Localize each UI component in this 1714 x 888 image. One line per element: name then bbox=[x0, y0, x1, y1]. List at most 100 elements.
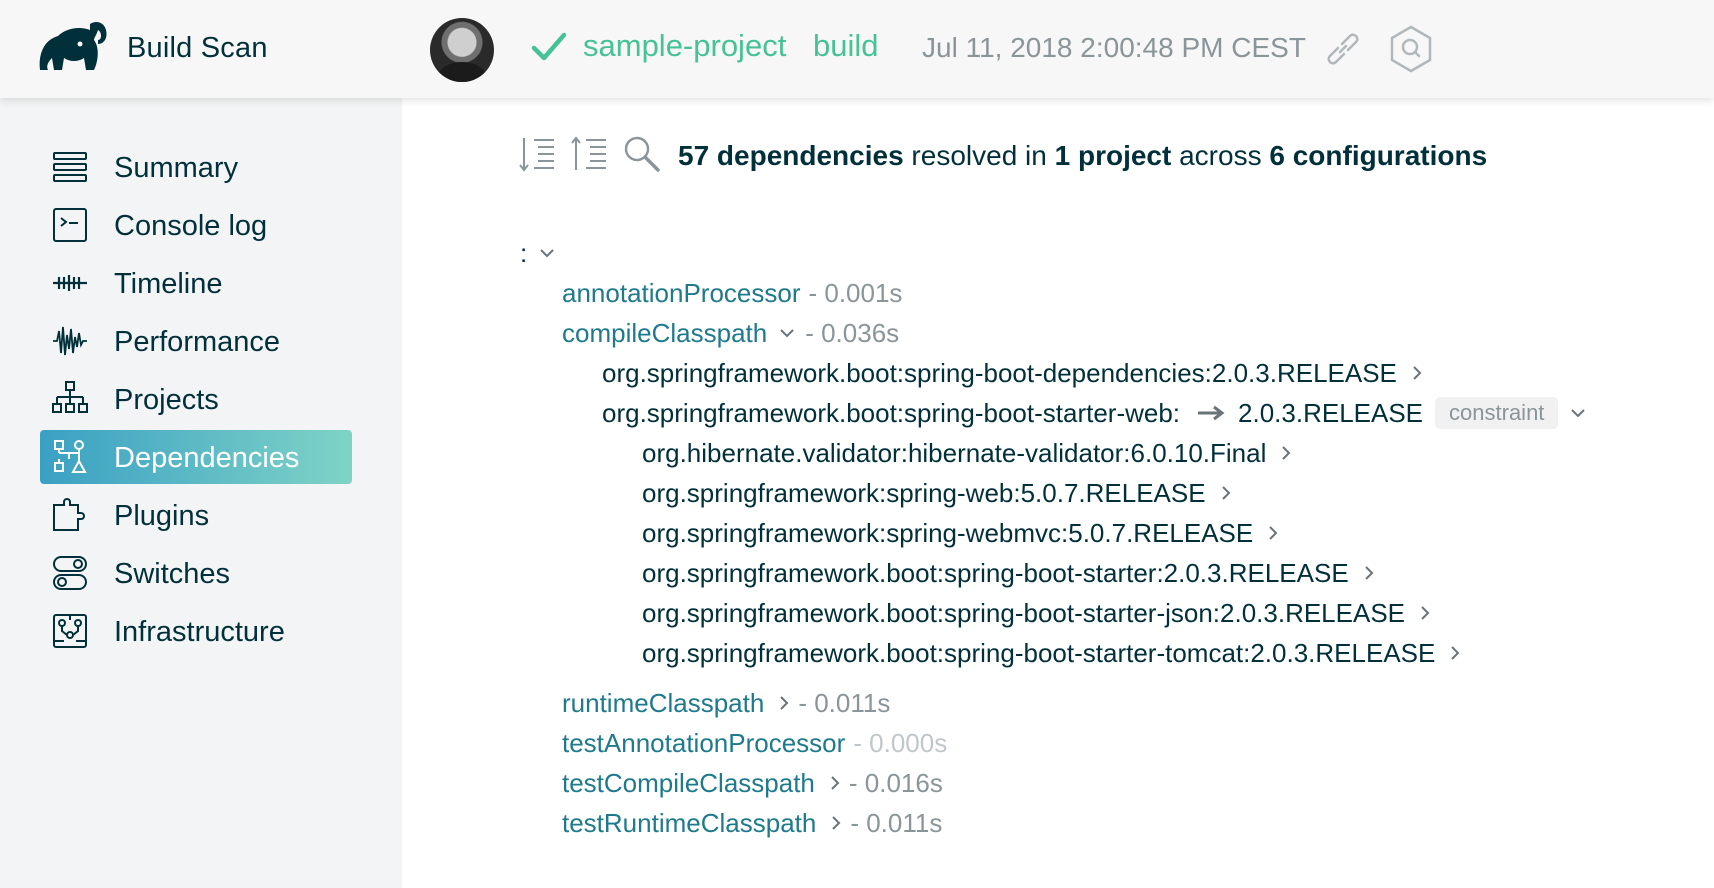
dependency-name[interactable]: org.hibernate.validator:hibernate-valida… bbox=[642, 438, 1266, 469]
dependency-count: 57 dependencies bbox=[678, 140, 904, 171]
configuration-count: 6 configurations bbox=[1269, 140, 1488, 171]
chevron-right-icon[interactable] bbox=[1220, 484, 1232, 502]
sidebar-item-performance[interactable]: Performance bbox=[40, 314, 352, 368]
chevron-right-icon[interactable] bbox=[1449, 644, 1461, 662]
dependencies-panel: 57 dependencies resolved in 1 project ac… bbox=[402, 98, 1714, 888]
dependency-row[interactable]: org.springframework:spring-web:5.0.7.REL… bbox=[642, 476, 1232, 510]
chevron-down-icon[interactable] bbox=[1568, 406, 1588, 420]
dependency-row[interactable]: org.springframework.boot:spring-boot-sta… bbox=[642, 556, 1375, 590]
configuration-duration: - 0.000s bbox=[853, 727, 948, 758]
dependency-row[interactable]: org.springframework.boot:spring-boot-sta… bbox=[602, 396, 1588, 430]
chevron-right-icon[interactable] bbox=[1419, 604, 1431, 622]
sidebar-item-plugins[interactable]: Plugins bbox=[40, 488, 352, 542]
dependency-name[interactable]: org.springframework.boot:spring-boot-sta… bbox=[642, 558, 1349, 589]
sidebar-item-dependencies[interactable]: Dependencies bbox=[40, 430, 352, 484]
sidebar-nav: Summary Console log Timeline Performance… bbox=[0, 98, 402, 888]
configuration-duration: - 0.011s bbox=[850, 807, 943, 838]
sidebar-item-label: Dependencies bbox=[114, 442, 300, 474]
resolved-version: 2.0.3.RELEASE bbox=[1238, 397, 1424, 428]
dependency-summary: 57 dependencies resolved in 1 project ac… bbox=[678, 140, 1487, 172]
sidebar-item-label: Plugins bbox=[114, 500, 210, 532]
puzzle-icon bbox=[53, 498, 85, 531]
configuration-row[interactable]: annotationProcessor - 0.001s bbox=[562, 276, 902, 310]
hierarchy-icon bbox=[52, 381, 88, 413]
sidebar-item-label: Infrastructure bbox=[114, 616, 285, 648]
arrow-right-icon bbox=[1198, 405, 1225, 421]
sidebar-item-console-log[interactable]: Console log bbox=[40, 198, 352, 252]
chevron-down-icon[interactable] bbox=[537, 246, 557, 260]
configuration-duration: - 0.001s bbox=[808, 277, 903, 308]
configuration-row[interactable]: testAnnotationProcessor - 0.000s bbox=[562, 726, 947, 760]
configuration-name[interactable]: runtimeClasspath bbox=[562, 688, 764, 719]
dependency-row[interactable]: org.springframework:spring-webmvc:5.0.7.… bbox=[642, 516, 1279, 550]
dependency-name[interactable]: org.springframework:spring-webmvc:5.0.7.… bbox=[642, 518, 1253, 549]
sidebar-item-summary[interactable]: Summary bbox=[40, 140, 352, 194]
chevron-right-icon[interactable] bbox=[1363, 564, 1375, 582]
task-name: build bbox=[813, 28, 879, 63]
summary-text: across bbox=[1171, 140, 1270, 171]
chevron-down-icon[interactable] bbox=[777, 326, 797, 340]
sidebar-item-label: Console log bbox=[114, 210, 268, 242]
search-icon[interactable] bbox=[622, 134, 662, 174]
configuration-name[interactable]: annotationProcessor bbox=[562, 278, 800, 309]
sidebar-item-timeline[interactable]: Timeline bbox=[40, 256, 352, 310]
chevron-right-icon[interactable] bbox=[829, 774, 841, 792]
dependency-name[interactable]: org.springframework:spring-web:5.0.7.REL… bbox=[642, 478, 1206, 509]
terminal-icon bbox=[53, 208, 87, 242]
dependency-name[interactable]: org.springframework.boot:spring-boot-dep… bbox=[602, 358, 1397, 389]
sidebar-item-label: Summary bbox=[114, 152, 239, 184]
search-scans-icon[interactable] bbox=[1388, 24, 1434, 74]
success-check-icon bbox=[531, 32, 567, 61]
sidebar-item-label: Switches bbox=[114, 558, 231, 590]
project-count: 1 project bbox=[1054, 140, 1172, 171]
expand-all-icon[interactable] bbox=[518, 134, 558, 174]
dependency-row[interactable]: org.hibernate.validator:hibernate-valida… bbox=[642, 436, 1292, 470]
top-header: Build Scan sample-project build Jul 11, … bbox=[0, 0, 1714, 98]
configuration-row[interactable]: testCompileClasspath - 0.016s bbox=[562, 766, 943, 800]
root-project-row[interactable]: : bbox=[520, 236, 557, 270]
configuration-row[interactable]: compileClasspath - 0.036s bbox=[562, 316, 899, 350]
configuration-name[interactable]: testAnnotationProcessor bbox=[562, 728, 845, 759]
sidebar-item-label: Performance bbox=[114, 326, 281, 358]
sidebar-item-label: Timeline bbox=[114, 268, 223, 300]
constraint-badge: constraint bbox=[1435, 397, 1559, 429]
chevron-right-icon[interactable] bbox=[1411, 364, 1423, 382]
waveform-icon bbox=[53, 326, 87, 356]
dependency-name[interactable]: org.springframework.boot:spring-boot-sta… bbox=[602, 398, 1180, 429]
chevron-right-icon[interactable] bbox=[1267, 524, 1279, 542]
toggle-icon bbox=[53, 556, 87, 590]
configuration-name[interactable]: testCompileClasspath bbox=[562, 768, 815, 799]
configuration-row[interactable]: runtimeClasspath - 0.011s bbox=[562, 686, 890, 720]
configuration-name[interactable]: compileClasspath bbox=[562, 318, 767, 349]
configuration-duration: - 0.036s bbox=[805, 317, 900, 348]
collapse-all-icon[interactable] bbox=[570, 134, 610, 174]
link-icon[interactable] bbox=[1320, 26, 1366, 72]
list-icon bbox=[53, 152, 87, 182]
sidebar-item-switches[interactable]: Switches bbox=[40, 546, 352, 600]
dependency-name[interactable]: org.springframework.boot:spring-boot-sta… bbox=[642, 598, 1405, 629]
sidebar-item-label: Projects bbox=[114, 384, 219, 416]
app-title[interactable]: Build Scan bbox=[127, 32, 268, 65]
configuration-duration: - 0.016s bbox=[848, 767, 943, 798]
summary-text: resolved in bbox=[903, 140, 1055, 171]
root-project-label: : bbox=[520, 237, 528, 268]
circuit-icon bbox=[53, 614, 87, 648]
sidebar-item-infrastructure[interactable]: Infrastructure bbox=[40, 604, 352, 658]
dependency-name[interactable]: org.springframework.boot:spring-boot-sta… bbox=[642, 638, 1435, 669]
dependency-row[interactable]: org.springframework.boot:spring-boot-sta… bbox=[642, 596, 1431, 630]
dependency-row[interactable]: org.springframework.boot:spring-boot-sta… bbox=[642, 636, 1461, 670]
chevron-right-icon[interactable] bbox=[778, 694, 790, 712]
timeline-icon bbox=[53, 275, 87, 291]
chevron-right-icon[interactable] bbox=[830, 814, 842, 832]
gradle-elephant-logo[interactable] bbox=[36, 18, 112, 78]
configuration-duration: - 0.011s bbox=[798, 687, 891, 718]
chevron-right-icon[interactable] bbox=[1280, 444, 1292, 462]
configuration-name[interactable]: testRuntimeClasspath bbox=[562, 808, 816, 839]
build-timestamp: Jul 11, 2018 2:00:48 PM CEST bbox=[922, 32, 1306, 63]
dependency-icon bbox=[54, 440, 87, 473]
project-name: sample-project bbox=[583, 28, 787, 63]
dependency-row[interactable]: org.springframework.boot:spring-boot-dep… bbox=[602, 356, 1423, 390]
user-avatar[interactable] bbox=[430, 18, 494, 82]
configuration-row[interactable]: testRuntimeClasspath - 0.011s bbox=[562, 806, 942, 840]
sidebar-item-projects[interactable]: Projects bbox=[40, 372, 352, 426]
